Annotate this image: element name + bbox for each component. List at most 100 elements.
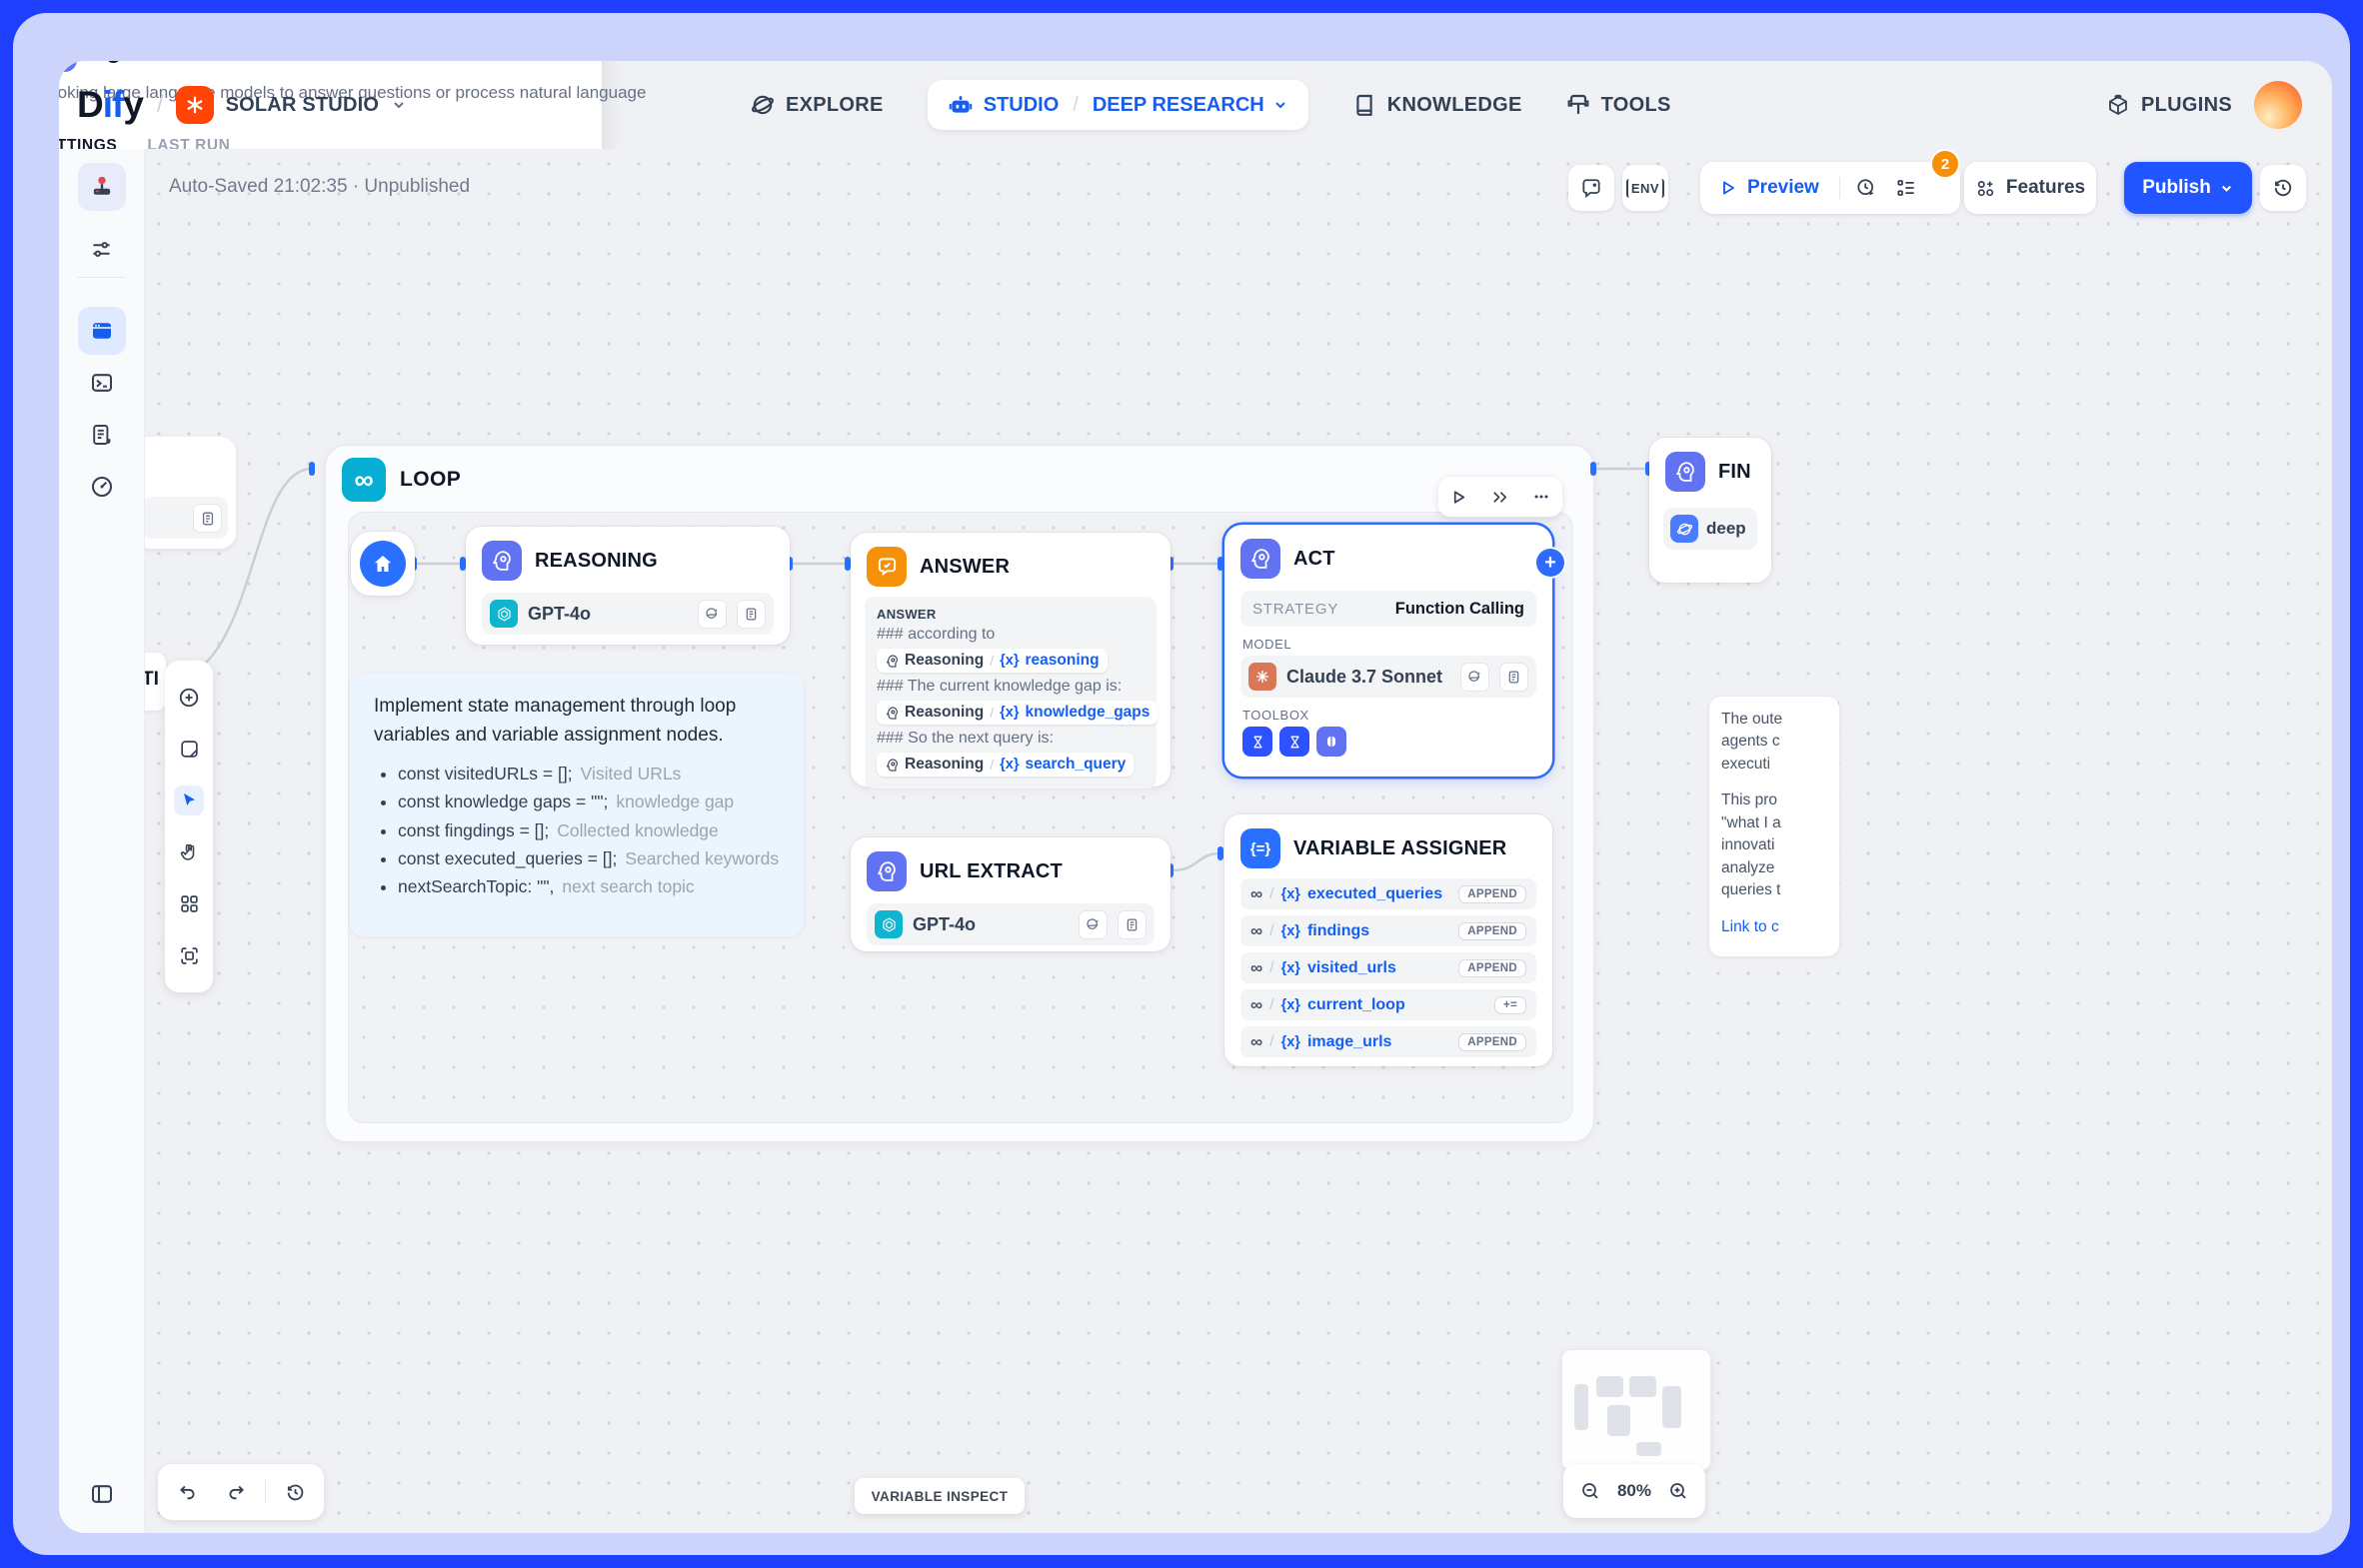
reasoning-node-icon <box>885 654 900 669</box>
add-next-node-button[interactable]: + <box>1536 549 1564 577</box>
left-sidebar <box>59 149 145 1533</box>
redo-button[interactable] <box>216 1472 256 1512</box>
plugins-icon <box>2106 93 2130 117</box>
node-title: ACT <box>1293 548 1335 571</box>
nav-explore[interactable]: EXPLORE <box>751 93 884 117</box>
home-icon <box>360 541 406 587</box>
model-row[interactable]: GPT-4o <box>482 593 774 635</box>
assignment-row[interactable]: ∞/ {x}visited_urls APPEND <box>1240 952 1536 983</box>
add-note-button[interactable] <box>174 734 204 764</box>
brain-icon <box>867 851 907 891</box>
sidebar-item-monitoring[interactable] <box>78 463 126 511</box>
toolbox-label: TOOLBOX <box>1242 708 1534 723</box>
model-label: MODEL <box>1242 637 1534 652</box>
environment-variables-button[interactable]: ENV <box>1622 165 1668 211</box>
node-reasoning[interactable]: REASONING GPT-4o <box>466 527 790 645</box>
assignment-row[interactable]: ∞/ {x}findings APPEND <box>1240 915 1536 946</box>
sidebar-item-logs[interactable] <box>78 411 126 459</box>
change-history-button[interactable] <box>275 1472 315 1512</box>
chevron-down-icon <box>2219 181 2234 196</box>
note-list: const visitedURLs = [];Visited URLs cons… <box>374 760 780 901</box>
note-link[interactable]: Link to c <box>1721 916 1827 938</box>
assignment-row[interactable]: ∞/ {x}executed_queries APPEND <box>1240 878 1536 909</box>
run-history-button[interactable] <box>1846 168 1886 208</box>
zoom-out-icon[interactable] <box>1570 1471 1610 1511</box>
node-run-toolbar <box>1438 477 1562 517</box>
planet-icon <box>1670 515 1698 543</box>
document-icon <box>193 504 222 533</box>
checklist-button[interactable] <box>1886 168 1926 208</box>
annotation-button[interactable] <box>1568 165 1614 211</box>
node-title-fragment: FIN <box>1718 461 1751 484</box>
app-settings-icon[interactable] <box>78 225 126 273</box>
fit-view-button[interactable] <box>174 940 204 970</box>
dify-logo[interactable]: Dify <box>77 84 143 126</box>
answer-icon <box>867 547 907 587</box>
variable-inspect-button[interactable]: VARIABLE INSPECT <box>855 1478 1025 1514</box>
run-node-button[interactable] <box>1443 481 1475 513</box>
app-window: ∞ LOOP TI <box>13 13 2350 1555</box>
node-title: VARIABLE ASSIGNER <box>1293 837 1506 860</box>
sidebar-item-orchestrate[interactable] <box>78 307 126 355</box>
operation-badge: += <box>1494 996 1526 1014</box>
node-partial-hidden[interactable] <box>134 437 236 549</box>
assignment-row[interactable]: ∞/ {x}current_loop += <box>1240 989 1536 1020</box>
sidebar-item-terminal[interactable] <box>78 359 126 407</box>
node-answer[interactable]: ANSWER ANSWER ### according to Reasoning… <box>851 533 1171 786</box>
variable-token[interactable]: Reasoning /{x} knowledge_gaps <box>877 701 1158 725</box>
collapse-sidebar-button[interactable] <box>82 1474 122 1514</box>
loop-icon: ∞ <box>342 458 386 502</box>
workflow-note-clipped[interactable]: The oute agents c executi This pro "what… <box>1709 697 1839 956</box>
publish-button[interactable]: Publish <box>2124 162 2252 214</box>
variable-token[interactable]: Reasoning /{x} search_query <box>877 753 1134 777</box>
chevron-down-icon <box>391 97 407 113</box>
vision-icon <box>1079 910 1108 939</box>
preview-toolbar: Preview <box>1700 162 1960 214</box>
joystick-icon <box>89 174 115 200</box>
nav-tools[interactable]: TOOLS <box>1566 93 1671 117</box>
hand-mode-button[interactable] <box>174 837 204 867</box>
node-final[interactable]: FIN deep <box>1649 438 1771 583</box>
brain-icon <box>482 541 522 581</box>
autosave-status: Auto-Saved 21:02:35 · Unpublished <box>169 176 470 198</box>
model-row[interactable]: Claude 3.7 Sonnet <box>1240 656 1536 698</box>
node-start[interactable] <box>351 532 415 596</box>
workspace-switcher[interactable]: SOLAR STUDIO <box>176 86 408 124</box>
assignment-row[interactable]: ∞/ {x}image_urls APPEND <box>1240 1026 1536 1057</box>
organize-nodes-button[interactable] <box>174 889 204 919</box>
zoom-level[interactable]: 80% <box>1617 1481 1651 1501</box>
pointer-mode-button[interactable] <box>174 785 204 815</box>
nav-knowledge[interactable]: KNOWLEDGE <box>1352 93 1522 117</box>
nav-deep-research[interactable]: DEEP RESEARCH <box>1093 94 1288 117</box>
answer-template[interactable]: ANSWER ### according to Reasoning /{x} r… <box>865 597 1157 788</box>
hammer-icon <box>1566 93 1590 117</box>
node-variable-assigner[interactable]: {=} VARIABLE ASSIGNER ∞/ {x}executed_que… <box>1224 814 1552 1066</box>
undo-button[interactable] <box>167 1472 207 1512</box>
user-avatar[interactable] <box>2254 81 2302 129</box>
run-all-button[interactable] <box>1484 481 1516 513</box>
nav-studio[interactable]: STUDIO <box>948 92 1060 118</box>
app-shell: ∞ LOOP TI <box>59 61 2332 1533</box>
canvas-toolbar <box>165 661 213 992</box>
node-act[interactable]: ACT STRATEGY Function Calling MODEL Clau… <box>1224 525 1552 777</box>
robot-icon <box>948 92 974 118</box>
app-icon[interactable] <box>78 163 126 211</box>
model-row[interactable]: GPT-4o <box>867 903 1155 945</box>
node-url-extract[interactable]: URL EXTRACT GPT-4o <box>851 837 1171 951</box>
preview-button[interactable]: Preview <box>1704 177 1833 199</box>
exa-icon <box>1279 727 1309 757</box>
zoom-in-icon[interactable] <box>1658 1471 1698 1511</box>
play-icon <box>1718 178 1738 198</box>
add-node-button[interactable] <box>174 683 204 713</box>
node-title: REASONING <box>535 550 658 573</box>
version-history-button[interactable] <box>2260 165 2306 211</box>
variable-token[interactable]: Reasoning /{x} reasoning <box>877 649 1108 673</box>
workflow-note[interactable]: Implement state management through loop … <box>350 673 804 936</box>
features-button[interactable]: Features <box>1964 162 2096 214</box>
document-icon <box>1118 910 1147 939</box>
vision-icon <box>698 600 727 629</box>
breadcrumb-divider: / <box>157 91 164 119</box>
more-options-button[interactable] <box>1525 481 1557 513</box>
nav-plugins[interactable]: PLUGINS <box>2106 93 2232 117</box>
minimap[interactable] <box>1561 1349 1711 1471</box>
